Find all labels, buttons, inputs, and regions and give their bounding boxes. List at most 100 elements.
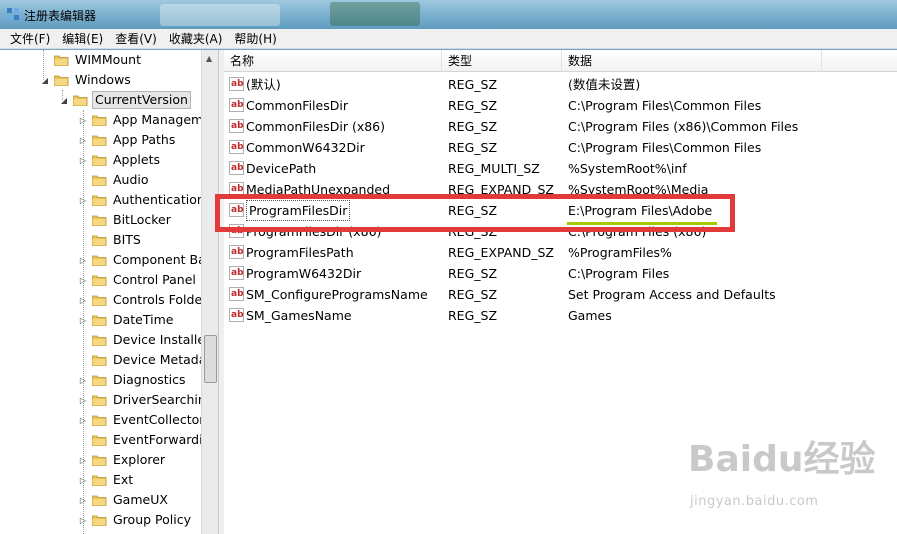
expand-arrow-icon[interactable] (40, 55, 50, 65)
registry-value-row[interactable]: ab CommonFilesDir (x86) REG_SZ C:\Program F… (224, 116, 897, 137)
tree-item[interactable]: Device Installer (78, 330, 212, 350)
value-data: C:\Program Files (568, 266, 670, 281)
expand-arrow-icon[interactable]: ▷ (78, 475, 88, 485)
tree-item[interactable]: ▷ Control Panel (78, 270, 198, 290)
tree-item[interactable]: ▷ Applets (78, 150, 162, 170)
tree-item[interactable]: ▷ Authentication (78, 190, 207, 210)
menu-help[interactable]: 帮助(H) (228, 29, 282, 49)
expand-arrow-icon[interactable]: ▷ (78, 155, 88, 165)
expand-arrow-icon[interactable]: ▷ (78, 415, 88, 425)
tree-item[interactable]: BITS (78, 230, 143, 250)
folder-icon (92, 175, 107, 186)
expand-arrow-icon[interactable]: ▷ (78, 515, 88, 525)
tree-item-label: BITS (113, 232, 141, 247)
menu-file[interactable]: 文件(F) (4, 29, 56, 49)
tree-item[interactable]: BitLocker (78, 210, 173, 230)
registry-editor-icon (7, 8, 19, 20)
value-name: CommonFilesDir (x86) (246, 119, 385, 134)
expand-arrow-icon[interactable] (78, 335, 88, 345)
value-type: REG_EXPAND_SZ (448, 245, 554, 260)
folder-icon (73, 95, 88, 106)
expand-arrow-icon[interactable] (78, 235, 88, 245)
string-value-icon: ab (229, 77, 244, 91)
folder-icon (92, 155, 107, 166)
expand-arrow-icon[interactable]: ▷ (78, 195, 88, 205)
column-header-type[interactable]: 类型 (442, 50, 562, 72)
tree-scrollbar[interactable]: ▲ (201, 50, 218, 534)
tree-item-label: WIMMount (75, 52, 142, 67)
string-value-icon: ab (229, 140, 244, 154)
folder-icon (92, 395, 107, 406)
expand-arrow-icon[interactable]: ▷ (78, 115, 88, 125)
tree-item[interactable]: WIMMount (40, 50, 143, 70)
expand-arrow-icon[interactable]: ▷ (78, 275, 88, 285)
registry-value-row[interactable]: ab (默认) REG_SZ (数值未设置) (224, 74, 897, 95)
tree-item-label: BitLocker (113, 212, 171, 227)
tree-item[interactable]: ▷ GameUX (78, 490, 170, 510)
tree-item-label: Audio (113, 172, 149, 187)
expand-arrow-icon[interactable]: ▷ (78, 295, 88, 305)
folder-icon (92, 515, 107, 526)
tree-item[interactable]: ▷ Ext (78, 470, 135, 490)
expand-arrow-icon[interactable] (78, 435, 88, 445)
column-header-name[interactable]: 名称 (224, 50, 442, 72)
folder-icon (54, 55, 69, 66)
expand-arrow-icon[interactable]: ▷ (78, 455, 88, 465)
tree-item-label: Controls Folder (113, 292, 208, 307)
watermark-url: jingyan.baidu.com (690, 494, 819, 509)
tree-item-label: EventCollector (113, 412, 205, 427)
menu-favorites[interactable]: 收藏夹(A) (163, 29, 229, 49)
expand-arrow-icon[interactable] (78, 175, 88, 185)
collapse-arrow-icon[interactable]: ◢ (40, 75, 50, 85)
tree-item[interactable]: ▷ DateTime (78, 310, 175, 330)
tree-item[interactable]: ▷ Component Bas (78, 250, 214, 270)
expand-arrow-icon[interactable]: ▷ (78, 315, 88, 325)
expand-arrow-icon[interactable]: ▷ (78, 255, 88, 265)
string-value-icon: ab (229, 161, 244, 175)
tree-item[interactable]: ▷ DriverSearching (78, 390, 216, 410)
string-value-icon: ab (229, 245, 244, 259)
tree-item[interactable]: ▷ App Manageme (78, 110, 213, 130)
expand-arrow-icon[interactable] (78, 355, 88, 365)
registry-value-row[interactable]: ab SM_GamesName REG_SZ Games (224, 305, 897, 326)
collapse-arrow-icon[interactable]: ◢ (59, 95, 69, 105)
tree-item[interactable]: ▷ App Paths (78, 130, 177, 150)
value-name: (默认) (246, 77, 281, 92)
registry-value-row[interactable]: ab CommonFilesDir REG_SZ C:\Program Files\C… (224, 95, 897, 116)
registry-value-row[interactable]: ab ProgramFilesPath REG_EXPAND_SZ %ProgramF… (224, 242, 897, 263)
expand-arrow-icon[interactable]: ▷ (78, 495, 88, 505)
scroll-up-arrow-icon[interactable]: ▲ (206, 54, 212, 63)
highlight-box (215, 194, 735, 232)
registry-value-row[interactable]: ab SM_ConfigureProgramsName REG_SZ Set Prog… (224, 284, 897, 305)
menu-edit[interactable]: 编辑(E) (56, 29, 109, 49)
tree-item[interactable]: ▷ Controls Folder (78, 290, 209, 310)
tree-item[interactable]: ◢ Windows (40, 70, 133, 90)
tree-item[interactable]: Audio (78, 170, 151, 190)
tree-item[interactable]: ▷ Group Policy (78, 510, 193, 530)
registry-value-row[interactable]: ab CommonW6432Dir REG_SZ C:\Program Files\C… (224, 137, 897, 158)
scrollbar-thumb[interactable] (204, 335, 217, 383)
column-header-data[interactable]: 数据 (562, 50, 822, 72)
value-name: ProgramW6432Dir (246, 266, 362, 281)
expand-arrow-icon[interactable] (78, 215, 88, 225)
registry-tree[interactable]: WIMMount ◢ Windows ◢ CurrentVersion ▷ App Mana… (0, 50, 219, 534)
menu-view[interactable]: 查看(V) (109, 29, 163, 49)
expand-arrow-icon[interactable]: ▷ (78, 135, 88, 145)
tree-item[interactable]: ▷ Explorer (78, 450, 167, 470)
folder-icon (92, 215, 107, 226)
folder-icon (92, 295, 107, 306)
expand-arrow-icon[interactable]: ▷ (78, 375, 88, 385)
tree-item[interactable]: ▷ Diagnostics (78, 370, 188, 390)
tree-item[interactable]: Device Metadat (78, 350, 213, 370)
tree-item[interactable]: EventForwardin (78, 430, 212, 450)
registry-value-row[interactable]: ab ProgramW6432Dir REG_SZ C:\Program Files (224, 263, 897, 284)
list-header: 名称 类型 数据 (224, 50, 897, 72)
value-type: REG_SZ (448, 77, 498, 92)
value-name: CommonW6432Dir (246, 140, 365, 155)
tree-item[interactable]: ▷ EventCollector (78, 410, 206, 430)
tree-item[interactable]: ◢ CurrentVersion (59, 90, 191, 110)
registry-value-row[interactable]: ab DevicePath REG_MULTI_SZ %SystemRoot%\inf (224, 158, 897, 179)
tree-item-label: Device Installer (113, 332, 211, 347)
expand-arrow-icon[interactable]: ▷ (78, 395, 88, 405)
tree-item-label: GameUX (113, 492, 168, 507)
